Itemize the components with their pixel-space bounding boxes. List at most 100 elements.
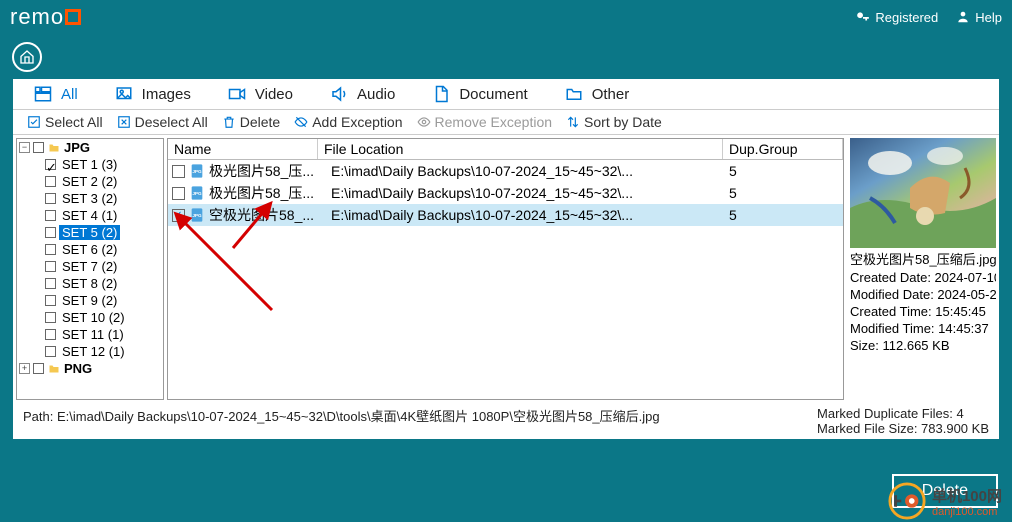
checkbox[interactable]: [45, 329, 56, 340]
marked-files-count: Marked Duplicate Files: 4: [817, 406, 989, 421]
svg-text:JPG: JPG: [192, 169, 202, 174]
tree-node-jpg[interactable]: −JPG: [17, 139, 163, 156]
preview-created-date: Created Date: 2024-07-10: [850, 269, 996, 286]
col-dupgroup[interactable]: Dup.Group: [723, 139, 843, 159]
row-checkbox[interactable]: [172, 209, 185, 222]
select-all-button[interactable]: Select All: [27, 114, 103, 130]
checkbox[interactable]: [45, 261, 56, 272]
preview-modified-date: Modified Date: 2024-05-2: [850, 286, 996, 303]
file-name: 极光图片58_压...: [209, 183, 327, 203]
tab-audio[interactable]: Audio: [329, 85, 395, 103]
tree-node-png[interactable]: +PNG: [17, 360, 163, 377]
add-exception-button[interactable]: Add Exception: [294, 114, 402, 130]
file-row[interactable]: JPG 极光图片58_压... E:\imad\Daily Backups\10…: [168, 160, 843, 182]
sort-button[interactable]: Sort by Date: [566, 114, 662, 130]
selected-path: Path: E:\imad\Daily Backups\10-07-2024_1…: [23, 406, 817, 436]
file-list: Name File Location Dup.Group JPG 极光图片58_…: [167, 138, 844, 400]
preview-modified-time: Modified Time: 14:45:37: [850, 320, 996, 337]
jpg-file-icon: JPG: [189, 185, 205, 201]
tree-node-set[interactable]: SET 9 (2): [17, 292, 163, 309]
watermark-logo-icon: [888, 482, 926, 520]
checkbox[interactable]: [45, 295, 56, 306]
checkbox[interactable]: [45, 244, 56, 255]
main-panel: All Images Video Audio Document Other: [12, 78, 1000, 440]
filter-tabs: All Images Video Audio Document Other: [13, 79, 999, 110]
status-footer: Path: E:\imad\Daily Backups\10-07-2024_1…: [13, 403, 999, 439]
tree-node-set[interactable]: SET 12 (1): [17, 343, 163, 360]
preview-pane: 空极光图片58_压缩后.jpg Created Date: 2024-07-10…: [850, 138, 996, 400]
eye-off-icon: [294, 115, 308, 129]
svg-text:JPG: JPG: [192, 191, 202, 196]
file-row[interactable]: JPG 空极光图片58_... E:\imad\Daily Backups\10…: [168, 204, 843, 226]
checkbox[interactable]: [45, 312, 56, 323]
tree-node-set[interactable]: ✓SET 1 (3): [17, 156, 163, 173]
video-icon: [227, 85, 247, 103]
tree-node-set[interactable]: SET 8 (2): [17, 275, 163, 292]
jpg-file-icon: JPG: [189, 207, 205, 223]
tree-node-set[interactable]: SET 10 (2): [17, 309, 163, 326]
checkbox[interactable]: [45, 227, 56, 238]
checkbox[interactable]: [45, 176, 56, 187]
checkbox[interactable]: ✓: [45, 159, 56, 170]
preview-size: Size: 112.665 KB: [850, 337, 996, 354]
tab-document[interactable]: Document: [431, 85, 527, 103]
preview-thumbnail: [850, 138, 996, 248]
tab-all[interactable]: All: [33, 85, 78, 103]
checkbox[interactable]: [45, 193, 56, 204]
tree-node-set[interactable]: SET 5 (2): [17, 224, 163, 241]
file-dupgroup: 5: [729, 207, 839, 223]
folder-tree[interactable]: −JPG ✓SET 1 (3)SET 2 (2)SET 3 (2)SET 4 (…: [16, 138, 164, 400]
svg-text:JPG: JPG: [192, 213, 202, 218]
file-list-header: Name File Location Dup.Group: [168, 139, 843, 160]
file-location: E:\imad\Daily Backups\10-07-2024_15~45~3…: [331, 207, 725, 223]
sort-icon: [566, 115, 580, 129]
uncheck-icon: [117, 115, 131, 129]
folder-icon: [47, 142, 61, 154]
file-location: E:\imad\Daily Backups\10-07-2024_15~45~3…: [331, 163, 725, 179]
help-button[interactable]: Help: [956, 10, 1002, 25]
tab-images[interactable]: Images: [114, 85, 191, 103]
folder-icon: [564, 85, 584, 103]
col-name[interactable]: Name: [168, 139, 318, 159]
folder-icon: [47, 363, 61, 375]
file-name: 极光图片58_压...: [209, 161, 327, 181]
checkbox[interactable]: [45, 210, 56, 221]
checkbox[interactable]: [45, 278, 56, 289]
deselect-all-button[interactable]: Deselect All: [117, 114, 208, 130]
tree-node-set[interactable]: SET 4 (1): [17, 207, 163, 224]
key-icon: [856, 10, 870, 24]
home-button[interactable]: [12, 42, 42, 72]
row-checkbox[interactable]: [172, 165, 185, 178]
tree-node-set[interactable]: SET 6 (2): [17, 241, 163, 258]
delete-button[interactable]: Delete: [222, 114, 280, 130]
all-icon: [33, 85, 53, 103]
tree-node-set[interactable]: SET 11 (1): [17, 326, 163, 343]
tab-video[interactable]: Video: [227, 85, 293, 103]
home-icon: [19, 49, 35, 65]
audio-icon: [329, 85, 349, 103]
jpg-file-icon: JPG: [189, 163, 205, 179]
person-icon: [956, 10, 970, 24]
col-location[interactable]: File Location: [318, 139, 723, 159]
images-icon: [114, 85, 134, 103]
row-checkbox[interactable]: [172, 187, 185, 200]
file-dupgroup: 5: [729, 163, 839, 179]
marked-files-size: Marked File Size: 783.900 KB: [817, 421, 989, 436]
checkbox[interactable]: [45, 346, 56, 357]
title-bar: remo Registered Help: [0, 0, 1012, 34]
tree-node-set[interactable]: SET 2 (2): [17, 173, 163, 190]
bottom-bar: Delete 单机100网 danji100.com: [0, 460, 1012, 522]
tree-node-set[interactable]: SET 7 (2): [17, 258, 163, 275]
document-icon: [431, 85, 451, 103]
file-dupgroup: 5: [729, 185, 839, 201]
file-name: 空极光图片58_...: [209, 205, 327, 225]
action-toolbar: Select All Deselect All Delete Add Excep…: [13, 110, 999, 135]
checkbox-icon: [27, 115, 41, 129]
tab-other[interactable]: Other: [564, 85, 630, 103]
app-logo: remo: [10, 4, 81, 30]
watermark: 单机100网 danji100.com: [888, 482, 1002, 520]
tree-node-set[interactable]: SET 3 (2): [17, 190, 163, 207]
preview-created-time: Created Time: 15:45:45: [850, 303, 996, 320]
file-row[interactable]: JPG 极光图片58_压... E:\imad\Daily Backups\10…: [168, 182, 843, 204]
registered-button[interactable]: Registered: [856, 10, 938, 25]
